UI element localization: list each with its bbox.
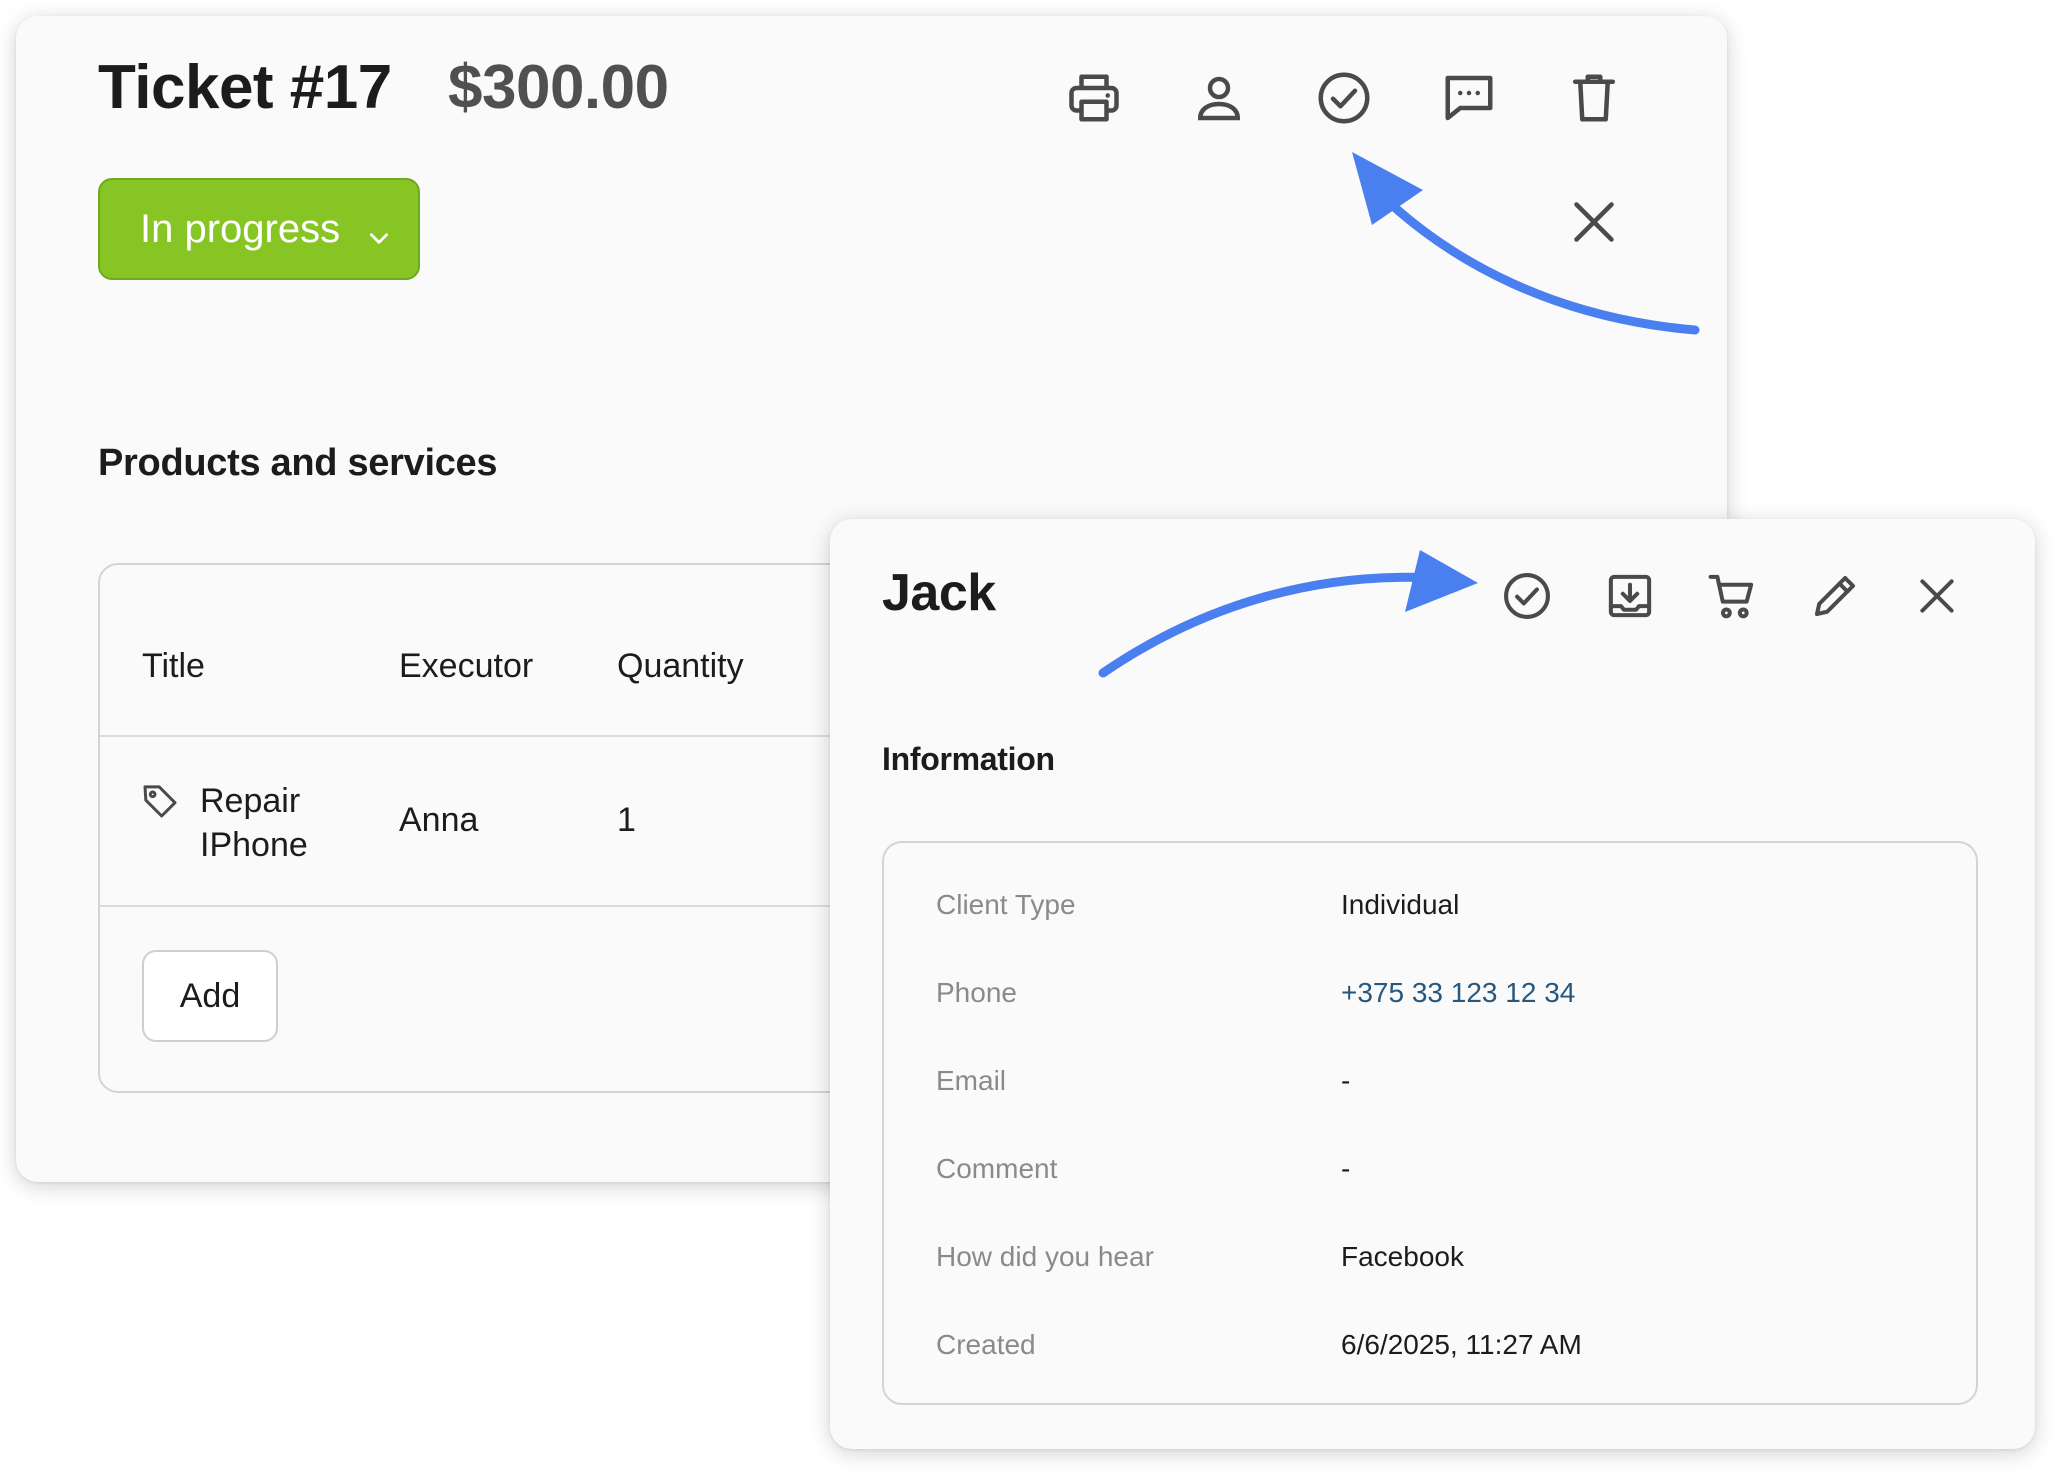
ticket-price: $300.00 (448, 53, 669, 122)
field-label-how-did-you-hear: How did you hear (936, 1241, 1154, 1272)
product-executor: Anna (399, 801, 479, 839)
status-dropdown[interactable]: In progress (98, 178, 420, 280)
check-circle-icon[interactable] (1314, 68, 1374, 128)
comment-icon[interactable] (1439, 68, 1499, 128)
person-icon[interactable] (1189, 68, 1249, 128)
client-panel: Jack Information Client Type Individual … (830, 519, 2035, 1449)
product-title: Repair IPhone (200, 782, 308, 864)
status-label: In progress (140, 206, 341, 251)
column-header-executor: Executor (399, 647, 534, 685)
phone-link[interactable]: +375 33 123 12 34 (1341, 977, 1575, 1009)
products-section-title: Products and services (98, 442, 498, 484)
client-name: Jack (882, 564, 996, 622)
field-label-client-type: Client Type (936, 889, 1076, 920)
column-header-title: Title (142, 647, 205, 685)
field-value-client-type: Individual (1341, 889, 1460, 920)
check-circle-icon[interactable] (1500, 569, 1554, 623)
field-value-comment: - (1341, 1153, 1351, 1184)
download-icon[interactable] (1603, 569, 1657, 623)
information-section-title: Information (882, 741, 1055, 777)
product-quantity: 1 (617, 801, 636, 839)
field-label-created: Created (936, 1329, 1036, 1360)
close-icon[interactable] (1910, 569, 1964, 623)
field-value-how-did-you-hear: Facebook (1341, 1241, 1464, 1272)
printer-icon[interactable] (1064, 68, 1124, 128)
tag-icon (140, 781, 180, 821)
column-header-quantity: Quantity (617, 647, 744, 685)
field-label-comment: Comment (936, 1153, 1058, 1184)
add-product-button[interactable]: Add (142, 950, 278, 1042)
chevron-down-icon (366, 216, 392, 244)
pencil-icon[interactable] (1808, 569, 1862, 623)
close-icon[interactable] (1564, 192, 1624, 252)
cart-icon[interactable] (1705, 569, 1759, 623)
client-info-table: Client Type Individual Phone +375 33 123… (882, 841, 1978, 1405)
ticket-title: Ticket #17 (98, 53, 392, 122)
field-value-created: 6/6/2025, 11:27 AM (1341, 1329, 1582, 1360)
trash-icon[interactable] (1564, 68, 1624, 128)
field-label-email: Email (936, 1065, 1007, 1096)
field-value-email: - (1341, 1065, 1351, 1096)
field-label-phone: Phone (936, 977, 1017, 1008)
